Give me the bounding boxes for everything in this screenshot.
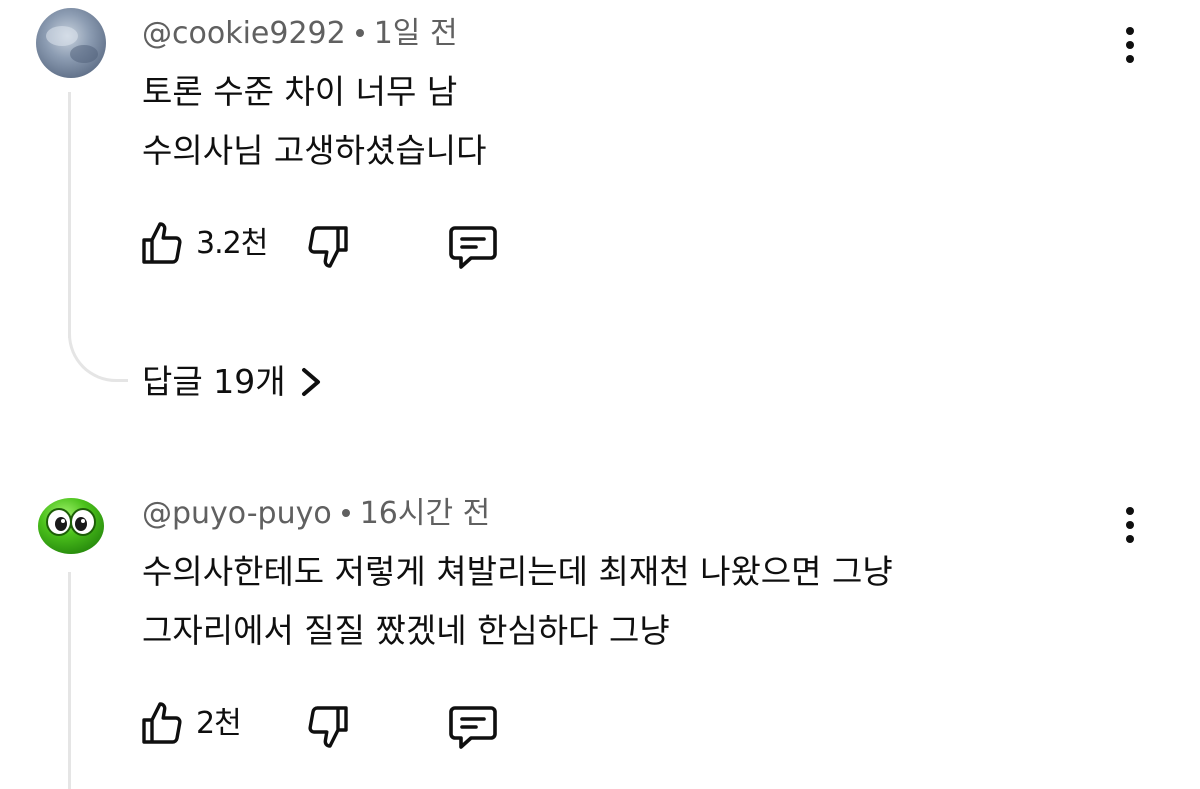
reply-button[interactable] bbox=[447, 222, 499, 272]
thread-line bbox=[68, 92, 71, 338]
thread-line bbox=[68, 572, 71, 789]
view-replies-button[interactable]: 답글 19개 bbox=[142, 360, 322, 404]
dislike-button[interactable] bbox=[304, 222, 352, 270]
timestamp[interactable]: 16시간 전 bbox=[360, 496, 491, 531]
avatar[interactable] bbox=[36, 8, 106, 78]
more-vert-icon bbox=[1126, 27, 1134, 35]
replies-count-label: 답글 19개 bbox=[142, 362, 286, 401]
more-options-button[interactable] bbox=[1110, 20, 1150, 70]
green-puyo-blob-icon bbox=[36, 488, 106, 558]
dislike-button[interactable] bbox=[304, 702, 352, 750]
like-count: 2천 bbox=[196, 706, 242, 741]
comment-text-line: 토론 수준 차이 너무 남 bbox=[142, 72, 458, 111]
thumbs-up-icon bbox=[142, 222, 182, 264]
reply-button[interactable] bbox=[447, 702, 499, 752]
like-button[interactable]: 2천 bbox=[138, 700, 242, 748]
thread-curve bbox=[68, 330, 128, 382]
avatar[interactable] bbox=[36, 488, 106, 558]
comment-text-line: 수의사한테도 저렇게 쳐발리는데 최재천 나왔으면 그냥 bbox=[142, 552, 893, 591]
thumbs-down-icon bbox=[308, 226, 348, 268]
thumbs-down-icon bbox=[308, 706, 348, 748]
thumbs-up-icon bbox=[142, 702, 182, 744]
comment-reply-icon bbox=[449, 226, 497, 269]
comment-text-line: 그자리에서 질질 짰겠네 한심하다 그냥 bbox=[142, 611, 670, 650]
author-name[interactable]: @puyo-puyo bbox=[142, 496, 332, 531]
separator-dot bbox=[341, 508, 350, 517]
blurry-avatar-icon bbox=[36, 8, 106, 78]
more-vert-icon bbox=[1126, 507, 1134, 515]
like-count: 3.2천 bbox=[196, 226, 268, 261]
more-options-button[interactable] bbox=[1110, 500, 1150, 550]
author-name[interactable]: @cookie9292 bbox=[142, 16, 346, 51]
comment-thread: @puyo-puyo 16시간 전 수의사한테도 저렇게 쳐발리는데 최재천 나왔… bbox=[0, 480, 1200, 789]
timestamp[interactable]: 1일 전 bbox=[374, 16, 458, 51]
chevron-right-icon bbox=[301, 368, 320, 396]
comment-thread: @cookie9292 1일 전 토론 수준 차이 너무 남 수의사님 고생하셨습… bbox=[0, 0, 1200, 430]
comment-meta: @puyo-puyo 16시간 전 bbox=[142, 494, 490, 534]
comment-reply-icon bbox=[449, 706, 497, 749]
like-button[interactable]: 3.2천 bbox=[138, 220, 268, 268]
separator-dot bbox=[355, 28, 364, 37]
comment-meta: @cookie9292 1일 전 bbox=[142, 14, 458, 54]
comment-text-line: 수의사님 고생하셨습니다 bbox=[142, 131, 487, 170]
